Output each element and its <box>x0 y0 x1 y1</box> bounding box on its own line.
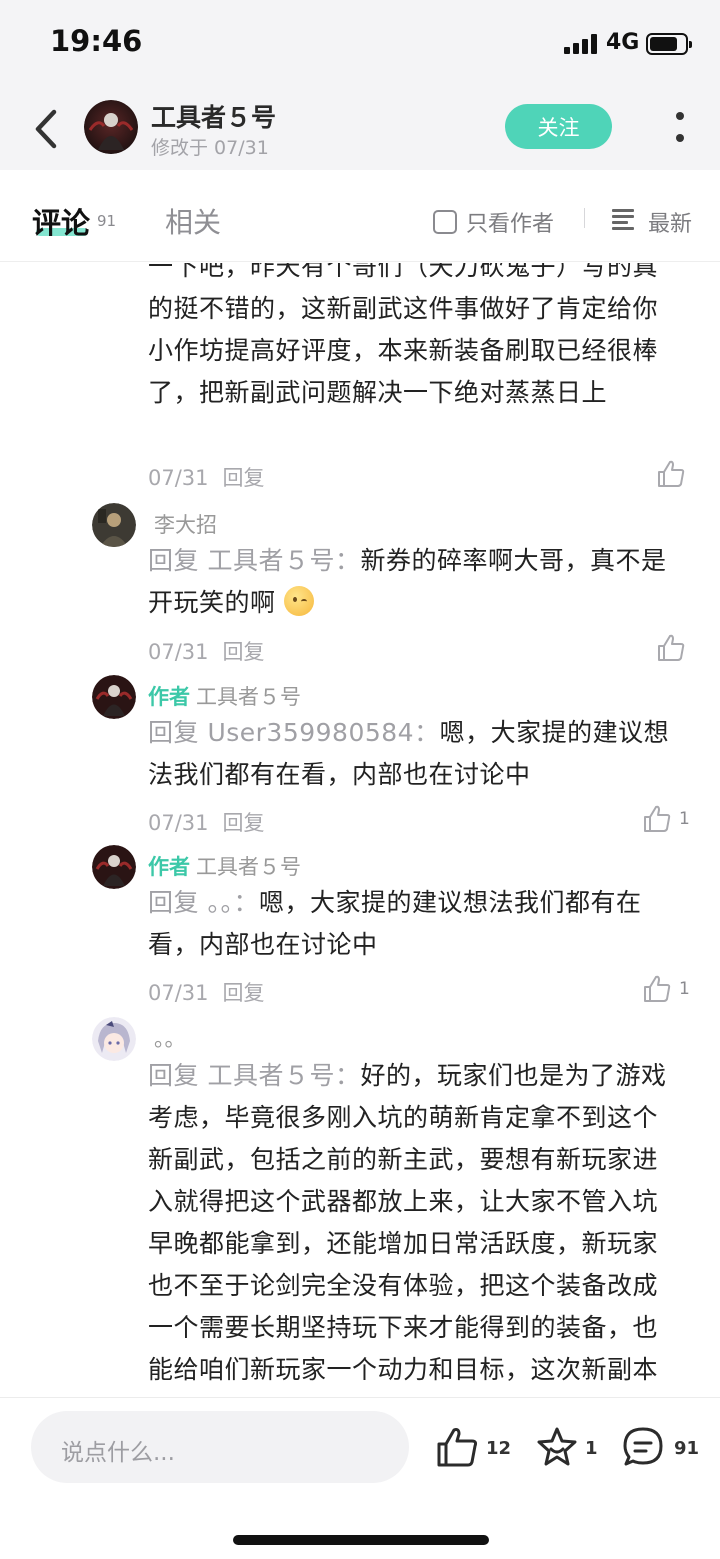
commenter-name-text: 工具者５号 <box>196 685 301 709</box>
emoji-icon <box>283 586 314 616</box>
reply-button[interactable]: 回复 <box>223 466 265 490</box>
like-count: 1 <box>679 809 690 829</box>
comment-text[interactable]: 回复 工具者５号：新券的碎率啊大哥，真不是开玩笑的啊 <box>148 540 678 624</box>
avatar[interactable] <box>92 503 136 547</box>
sort-lines-icon[interactable] <box>612 209 636 231</box>
follow-button[interactable]: 关注 <box>505 104 612 149</box>
reply-button[interactable]: 回复 <box>223 811 265 835</box>
avatar[interactable] <box>84 100 138 154</box>
avatar[interactable] <box>92 675 136 719</box>
divider <box>584 208 585 228</box>
comment-text[interactable]: 回复 工具者５号：好的，玩家们也是为了游戏考虑，毕竟很多刚入坑的萌新肯定拿不到这… <box>148 1055 678 1397</box>
comment-thread: 一下吧，昨天有个哥们（天刀砍鬼子）写的真的挺不错的，这新副武这件事做好了肯定给你… <box>0 263 720 1397</box>
thumbs-up-icon[interactable] <box>642 974 672 1004</box>
favorite-count: 1 <box>585 1438 598 1459</box>
commenter-name[interactable]: 作者 工具者５号 <box>148 851 301 881</box>
thumbs-up-icon[interactable] <box>656 633 686 663</box>
comment-text[interactable]: 回复 。。：嗯，大家提的建议想法我们都有在看，内部也在讨论中 <box>148 882 678 966</box>
commenter-name-text: 工具者５号 <box>196 855 301 879</box>
comment-tab-bar: 评论 91 相关 只看作者 最新 <box>0 170 720 262</box>
author-tag: 作者 <box>148 855 190 879</box>
author-tag: 作者 <box>148 685 190 709</box>
author-name[interactable]: 工具者５号 <box>151 98 276 134</box>
comment-body: 好的，玩家们也是为了游戏考虑，毕竟很多刚入坑的萌新肯定拿不到这个新副武，包括之前… <box>148 1061 667 1384</box>
comment-input-placeholder: 说点什么... <box>61 1440 175 1466</box>
reply-button[interactable]: 回复 <box>223 981 265 1005</box>
like-count: 12 <box>486 1438 512 1459</box>
comment-text[interactable]: 一下吧，昨天有个哥们（天刀砍鬼子）写的真的挺不错的，这新副武这件事做好了肯定给你… <box>148 263 678 414</box>
reply-prefix: 回复 工具者５号： <box>148 546 361 575</box>
avatar[interactable] <box>92 845 136 889</box>
modified-date: 修改于 07/31 <box>151 137 269 159</box>
more-vertical-icon[interactable] <box>671 110 689 146</box>
home-indicator[interactable] <box>233 1535 489 1545</box>
comment-meta: 07/31 回复 <box>148 462 279 492</box>
checkbox-icon[interactable] <box>433 210 457 234</box>
comment-meta: 07/31 回复 <box>148 977 279 1007</box>
commenter-name-text: 李大招 <box>154 513 217 537</box>
reply-prefix: 回复 。。： <box>148 888 259 917</box>
comment-date: 07/31 <box>148 640 209 664</box>
commenter-name[interactable]: 。。 <box>148 1023 186 1053</box>
thumbs-up-icon[interactable] <box>642 804 672 834</box>
comment-bubble-icon[interactable] <box>621 1425 665 1469</box>
sort-latest[interactable]: 最新 <box>648 206 692 238</box>
thumbs-up-icon[interactable] <box>435 1425 479 1469</box>
comments-count: 91 <box>97 212 117 230</box>
status-time: 19:46 <box>50 24 143 58</box>
battery-icon <box>646 33 692 55</box>
tab-related[interactable]: 相关 <box>165 201 221 241</box>
comment-meta: 07/31 回复 <box>148 636 279 666</box>
network-type: 4G <box>606 30 640 55</box>
back-arrow-icon[interactable] <box>30 108 70 150</box>
cellular-signal-icon <box>564 34 600 54</box>
status-bar: 19:46 4G <box>0 0 720 88</box>
comment-date: 07/31 <box>148 466 209 490</box>
star-icon[interactable] <box>535 1425 579 1469</box>
comment-input[interactable]: 说点什么... <box>31 1411 409 1483</box>
commenter-name-text: 。。 <box>154 1027 186 1051</box>
comment-text[interactable]: 回复 User359980584：嗯，大家提的建议想法我们都有在看，内部也在讨论… <box>148 712 678 796</box>
author-only-toggle[interactable]: 只看作者 <box>433 206 554 238</box>
bottom-action-bar: 说点什么... 12 1 91 <box>0 1397 720 1559</box>
commenter-name[interactable]: 作者 工具者５号 <box>148 681 301 711</box>
comment-date: 07/31 <box>148 811 209 835</box>
avatar[interactable] <box>92 1017 136 1061</box>
comment-meta: 07/31 回复 <box>148 807 279 837</box>
commenter-name[interactable]: 李大招 <box>148 509 217 539</box>
author-only-label: 只看作者 <box>466 212 555 237</box>
comment-body: 一下吧，昨天有个哥们（天刀砍鬼子）写的真的挺不错的，这新副武这件事做好了肯定给你… <box>148 263 659 407</box>
reply-button[interactable]: 回复 <box>223 640 265 664</box>
tab-comments[interactable]: 评论 <box>32 200 90 242</box>
thumbs-up-icon[interactable] <box>656 459 686 489</box>
reply-prefix: 回复 工具者５号： <box>148 1061 361 1090</box>
comment-date: 07/31 <box>148 981 209 1005</box>
like-count: 1 <box>679 979 690 999</box>
nav-bar: 工具者５号 修改于 07/31 关注 <box>0 88 720 170</box>
comment-count: 91 <box>674 1438 700 1459</box>
reply-prefix: 回复 User359980584： <box>148 718 440 747</box>
